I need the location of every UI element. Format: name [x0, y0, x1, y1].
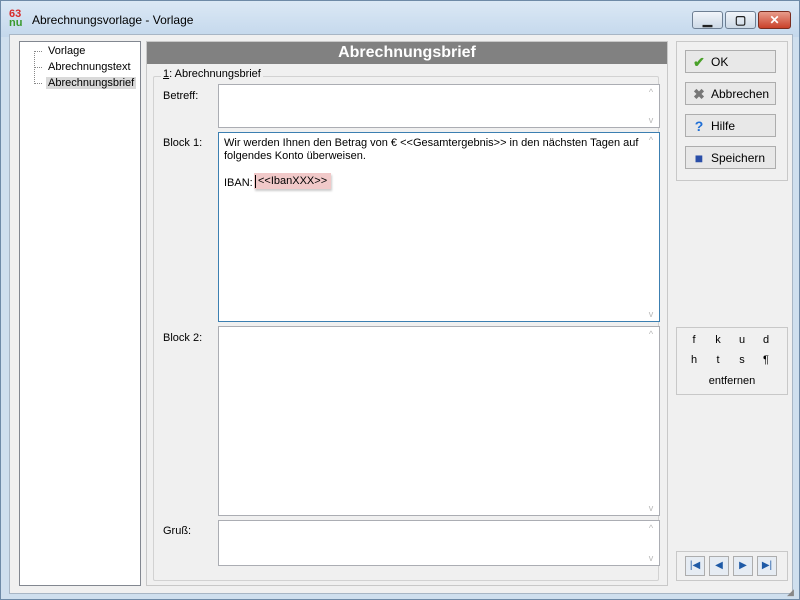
- tree-item-vorlage[interactable]: Vorlage: [20, 44, 87, 59]
- resize-grip-icon[interactable]: ◢: [787, 587, 797, 597]
- format-key-s[interactable]: s: [735, 354, 749, 366]
- floppy-disk-icon: ■: [694, 150, 704, 166]
- tree-item-label: Vorlage: [48, 45, 86, 57]
- format-key-k[interactable]: k: [711, 334, 725, 346]
- block2-scrollbar[interactable]: ^ v: [645, 329, 657, 513]
- checkmark-icon: ✔: [693, 54, 705, 70]
- format-key-u[interactable]: u: [735, 334, 749, 346]
- format-panel: f k u d h t s ¶ entfernen: [676, 327, 788, 395]
- block1-text: Wir werden Ihnen den Betrag von € <<Gesa…: [224, 137, 639, 162]
- block1-scrollbar[interactable]: ^ v: [645, 135, 657, 319]
- save-button[interactable]: ■ Speichern: [685, 146, 776, 169]
- format-key-t[interactable]: t: [711, 354, 725, 366]
- text-cursor: [255, 175, 256, 188]
- navigation-tree[interactable]: Vorlage Abrechnungstext Abrechnungsbrief: [19, 41, 141, 586]
- block2-label: Block 2:: [163, 332, 203, 344]
- betreff-field[interactable]: ^ v: [218, 84, 660, 128]
- scroll-up-icon[interactable]: ^: [645, 87, 657, 97]
- client-area: Vorlage Abrechnungstext Abrechnungsbrief…: [9, 34, 793, 594]
- scroll-down-icon[interactable]: v: [645, 115, 657, 125]
- previous-record-icon[interactable]: ◀: [709, 556, 729, 576]
- action-panel: ✔ OK ✖ Abbrechen ? Hilfe ■ Speichern: [676, 41, 788, 181]
- betreff-scrollbar[interactable]: ^ v: [645, 87, 657, 125]
- tree-item-label: Abrechnungsbrief: [46, 77, 137, 89]
- tree-item-label: Abrechnungstext: [48, 61, 131, 73]
- app-icon: 63 nu: [9, 9, 27, 29]
- tree-item-abrechnungstext[interactable]: Abrechnungstext: [20, 60, 133, 75]
- help-label: Hilfe: [711, 119, 736, 133]
- group-title-text: : Abrechnungsbrief: [169, 68, 261, 80]
- maximize-icon: ▢: [734, 13, 747, 27]
- scroll-up-icon[interactable]: ^: [645, 329, 657, 339]
- format-key-h[interactable]: h: [687, 354, 701, 366]
- tree-item-abrechnungsbrief[interactable]: Abrechnungsbrief: [20, 76, 137, 91]
- scroll-up-icon[interactable]: ^: [645, 135, 657, 145]
- format-key-f[interactable]: f: [687, 334, 701, 346]
- help-icon: ?: [694, 118, 704, 134]
- app-icon-bottom: nu: [9, 17, 23, 29]
- iban-placeholder-token[interactable]: <<IbanXXX>>: [254, 173, 332, 189]
- next-record-icon[interactable]: ▶: [733, 556, 753, 576]
- title-bar: 63 nu Abrechnungsvorlage - Vorlage ▁ ▢ ✕: [1, 1, 799, 37]
- scroll-down-icon[interactable]: v: [645, 503, 657, 513]
- cancel-label: Abbrechen: [711, 87, 770, 101]
- close-button[interactable]: ✕: [758, 11, 791, 29]
- gruss-scrollbar[interactable]: ^ v: [645, 523, 657, 563]
- app-window: 63 nu Abrechnungsvorlage - Vorlage ▁ ▢ ✕…: [0, 0, 800, 600]
- last-record-icon[interactable]: ▶|: [757, 556, 777, 576]
- close-icon: ✕: [769, 13, 780, 27]
- save-label: Speichern: [711, 151, 766, 165]
- scroll-up-icon[interactable]: ^: [645, 523, 657, 533]
- gruss-label: Gruß:: [163, 525, 192, 537]
- maximize-button[interactable]: ▢: [725, 11, 756, 29]
- scroll-down-icon[interactable]: v: [645, 309, 657, 319]
- window-title: Abrechnungsvorlage - Vorlage: [32, 13, 194, 27]
- format-remove-button[interactable]: entfernen: [677, 375, 787, 387]
- main-panel: Abrechnungsbrief 1: Abrechnungsbrief Bet…: [146, 41, 668, 586]
- panel-header: Abrechnungsbrief: [147, 42, 667, 64]
- cancel-icon: ✖: [693, 86, 705, 102]
- help-button[interactable]: ? Hilfe: [685, 114, 776, 137]
- iban-label: IBAN:: [224, 177, 253, 189]
- block1-field[interactable]: Wir werden Ihnen den Betrag von € <<Gesa…: [218, 132, 660, 322]
- block2-field[interactable]: ^ v: [218, 326, 660, 516]
- first-record-icon[interactable]: |◀: [685, 556, 705, 576]
- minimize-icon: ▁: [702, 13, 713, 27]
- block1-label: Block 1:: [163, 137, 203, 149]
- format-key-d[interactable]: d: [759, 334, 773, 346]
- ok-label: OK: [711, 55, 729, 69]
- scroll-down-icon[interactable]: v: [645, 553, 657, 563]
- format-key-paragraph[interactable]: ¶: [759, 354, 773, 366]
- record-navigator: |◀ ◀ ▶ ▶|: [676, 551, 788, 581]
- gruss-field[interactable]: ^ v: [218, 520, 660, 566]
- minimize-button[interactable]: ▁: [692, 11, 723, 29]
- ok-button[interactable]: ✔ OK: [685, 50, 776, 73]
- group-title: 1: Abrechnungsbrief: [161, 68, 263, 80]
- betreff-label: Betreff:: [163, 90, 199, 102]
- cancel-button[interactable]: ✖ Abbrechen: [685, 82, 776, 105]
